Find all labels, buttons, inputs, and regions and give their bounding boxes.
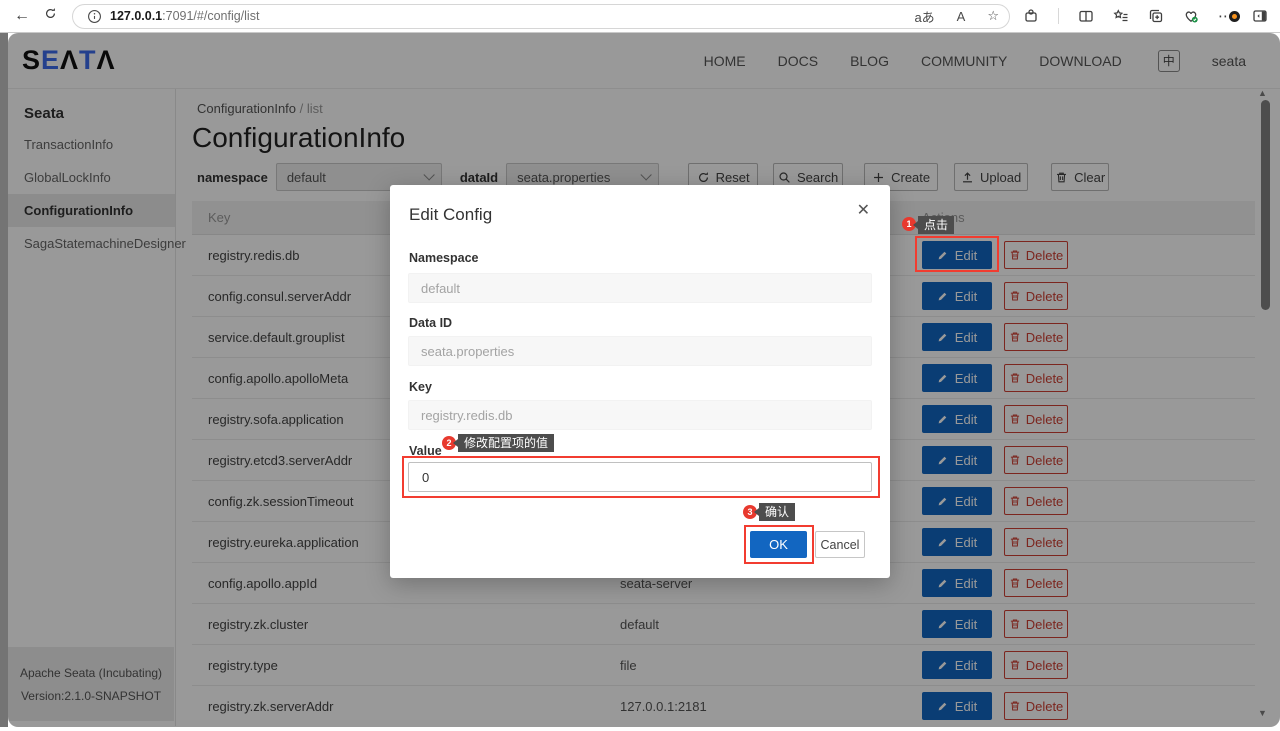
address-bar[interactable]: 127.0.0.1:7091/#/config/list aあ A ☆ (72, 4, 1010, 29)
toolbar-divider (1058, 8, 1059, 24)
annotation-tooltip: 修改配置项的值 (458, 434, 554, 452)
annotation-tooltip: 确认 (759, 503, 795, 521)
annotation-box-ok (744, 525, 814, 564)
site-info-icon[interactable] (87, 9, 102, 24)
browser-chrome: ← 127.0.0.1:7091/#/config/list aあ A ☆ ⋯ (0, 0, 1280, 33)
scrollbar-up-icon[interactable]: ▲ (1258, 88, 1267, 98)
notification-badge (1229, 11, 1240, 22)
namespace-field-label: Namespace (409, 251, 479, 265)
dataid-field: seata.properties (408, 336, 872, 366)
split-screen-icon[interactable] (1078, 8, 1094, 24)
scrollbar-thumb[interactable] (1261, 100, 1270, 310)
window-left-edge (0, 33, 8, 727)
annotation-tooltip: 点击 (918, 216, 954, 234)
browser-back-icon[interactable]: ← (8, 7, 36, 25)
key-field: registry.redis.db (408, 400, 872, 430)
edit-config-modal: Edit Config ✕ Namespace default Data ID … (390, 185, 890, 578)
collections-icon[interactable] (1148, 8, 1164, 24)
annotation-box-value (402, 456, 880, 498)
tooltip-pointer (913, 221, 918, 229)
annotation-box-edit (915, 236, 999, 272)
namespace-field: default (408, 273, 872, 303)
extensions-icon[interactable] (1023, 8, 1039, 24)
favorite-star-icon[interactable]: ☆ (987, 8, 999, 24)
key-field-label: Key (409, 380, 432, 394)
settings-more-icon[interactable]: ⋯ (1218, 7, 1233, 25)
translate-icon[interactable]: aあ (914, 7, 934, 26)
scrollbar-down-icon[interactable]: ▼ (1258, 708, 1267, 718)
tooltip-pointer (754, 508, 759, 516)
tooltip-pointer (453, 439, 458, 447)
cancel-button[interactable]: Cancel (815, 531, 865, 558)
close-icon[interactable]: ✕ (857, 200, 870, 220)
dataid-field-label: Data ID (409, 316, 452, 330)
favorites-list-icon[interactable] (1113, 8, 1129, 24)
url-text: 127.0.0.1:7091/#/config/list (110, 9, 259, 23)
sidebar-panel-icon[interactable] (1252, 8, 1268, 24)
read-aloud-icon[interactable]: A (957, 9, 966, 24)
browser-refresh-icon[interactable] (36, 7, 64, 25)
browser-essentials-icon[interactable] (1183, 8, 1199, 24)
modal-title: Edit Config (409, 205, 492, 225)
